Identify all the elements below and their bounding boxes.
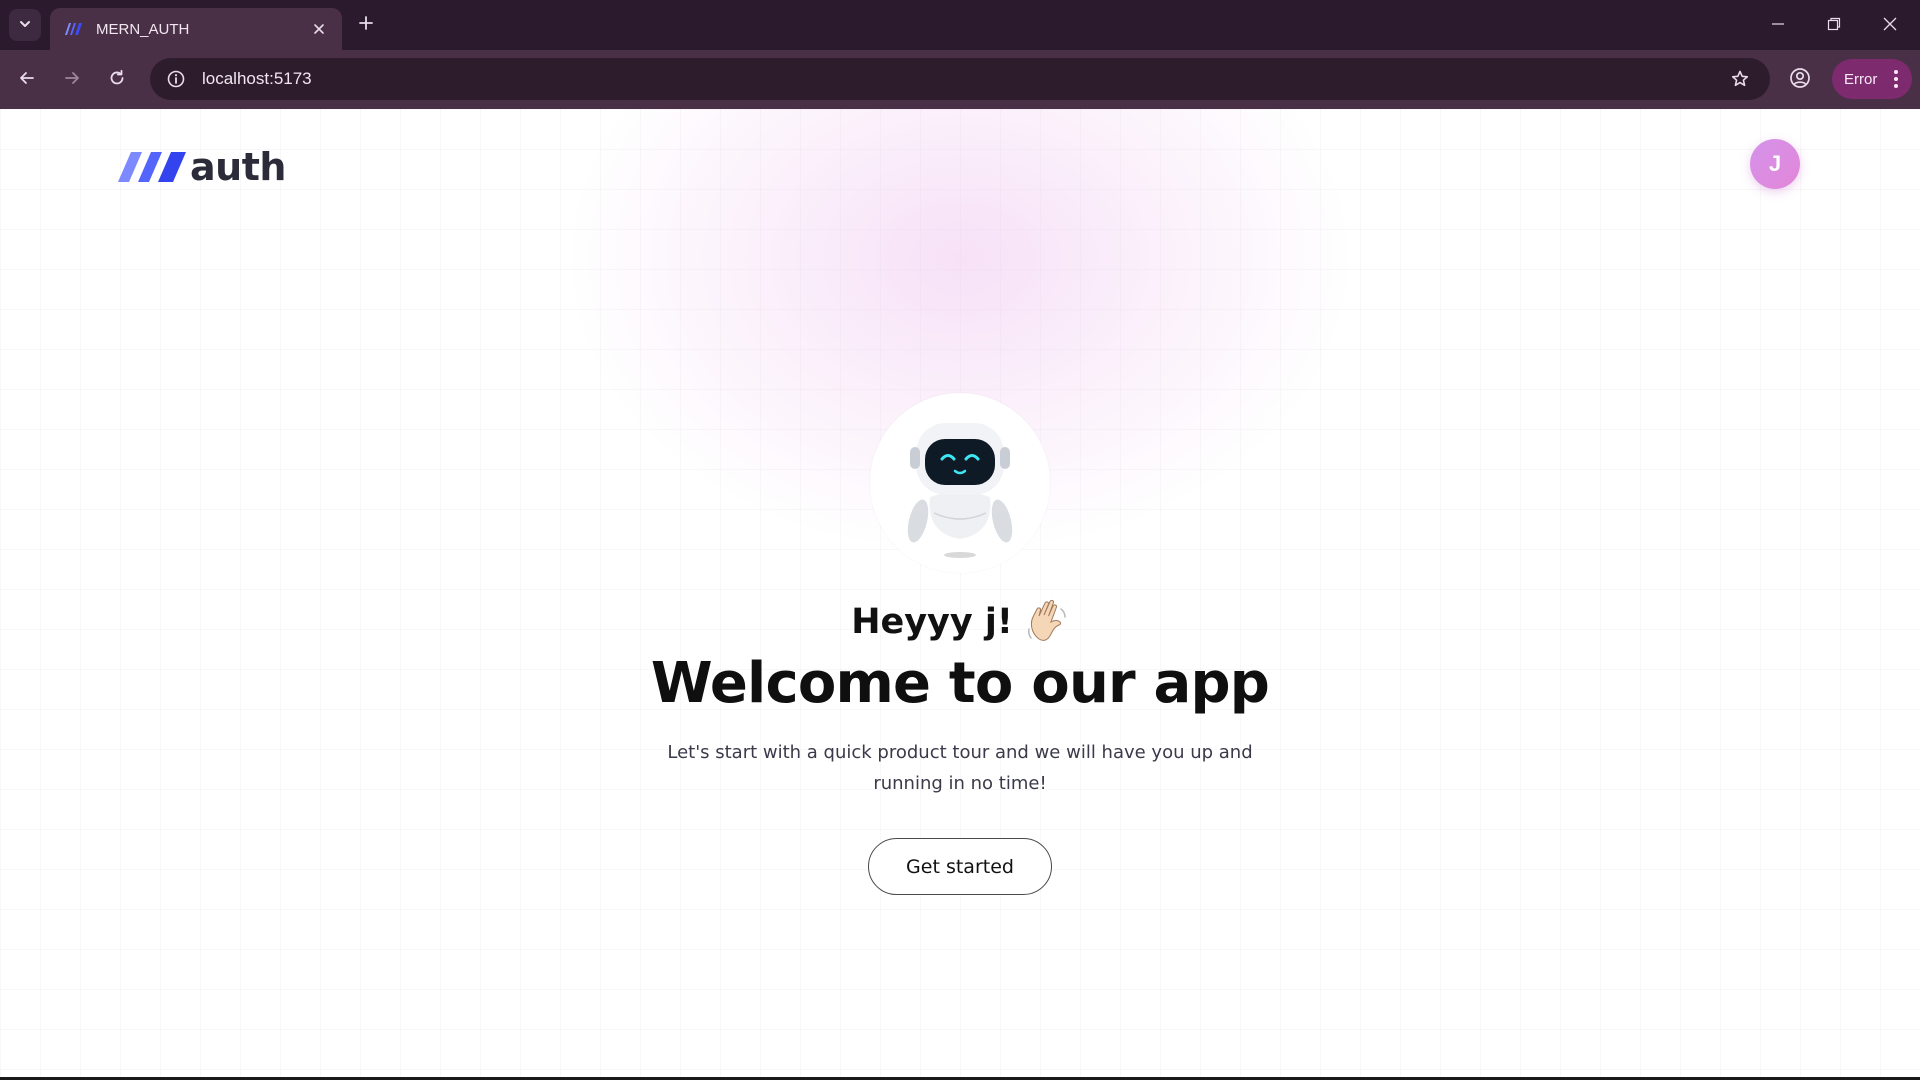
waving-hand-icon (1025, 599, 1069, 645)
plus-icon (358, 15, 374, 35)
tab-search-button[interactable] (9, 9, 41, 41)
restore-icon (1827, 16, 1841, 35)
arrow-left-icon (18, 69, 36, 91)
forward-button[interactable] (56, 64, 88, 96)
browser-toolbar: localhost:5173 Error (0, 50, 1920, 109)
url-text[interactable]: localhost:5173 (202, 69, 1720, 89)
back-button[interactable] (11, 64, 43, 96)
kebab-icon[interactable] (1886, 69, 1906, 89)
arrow-right-icon (63, 69, 81, 91)
close-icon[interactable] (308, 18, 330, 40)
user-avatar[interactable]: J (1750, 139, 1800, 189)
page-viewport: auth J Heyyy j! Welcome to our app Let's… (0, 109, 1920, 1078)
page-subtitle: Let's start with a quick product tour an… (667, 742, 1253, 794)
minimize-button[interactable] (1750, 0, 1806, 50)
minimize-icon (1771, 16, 1785, 35)
profile-button[interactable] (1784, 64, 1816, 96)
greeting-text: Heyyy j! (851, 602, 1013, 642)
greeting-heading: Heyyy j! (0, 599, 1920, 645)
browser-tabstrip: MERN_AUTH (0, 0, 1920, 50)
logo-text: auth (190, 145, 286, 189)
tab-title: MERN_AUTH (96, 20, 190, 38)
error-status-chip[interactable]: Error (1832, 59, 1912, 99)
error-label: Error (1844, 70, 1878, 88)
star-icon[interactable] (1720, 59, 1760, 99)
profile-icon (1789, 67, 1811, 93)
app-logo[interactable]: auth (118, 147, 286, 187)
close-icon (1883, 16, 1897, 35)
tab-favicon-icon (62, 21, 82, 37)
chevron-down-icon (18, 16, 32, 35)
logo-slashes-icon (118, 152, 186, 182)
get-started-button[interactable]: Get started (868, 838, 1052, 895)
restore-button[interactable] (1806, 0, 1862, 50)
info-icon[interactable] (156, 59, 196, 99)
reload-button[interactable] (101, 64, 133, 96)
robot-illustration (870, 393, 1050, 573)
reload-icon (108, 69, 126, 91)
address-bar[interactable]: localhost:5173 (150, 58, 1770, 100)
new-tab-button[interactable] (352, 11, 380, 39)
browser-tab-active[interactable]: MERN_AUTH (50, 8, 342, 50)
close-window-button[interactable] (1862, 0, 1918, 50)
page-title: Welcome to our app (650, 651, 1270, 716)
